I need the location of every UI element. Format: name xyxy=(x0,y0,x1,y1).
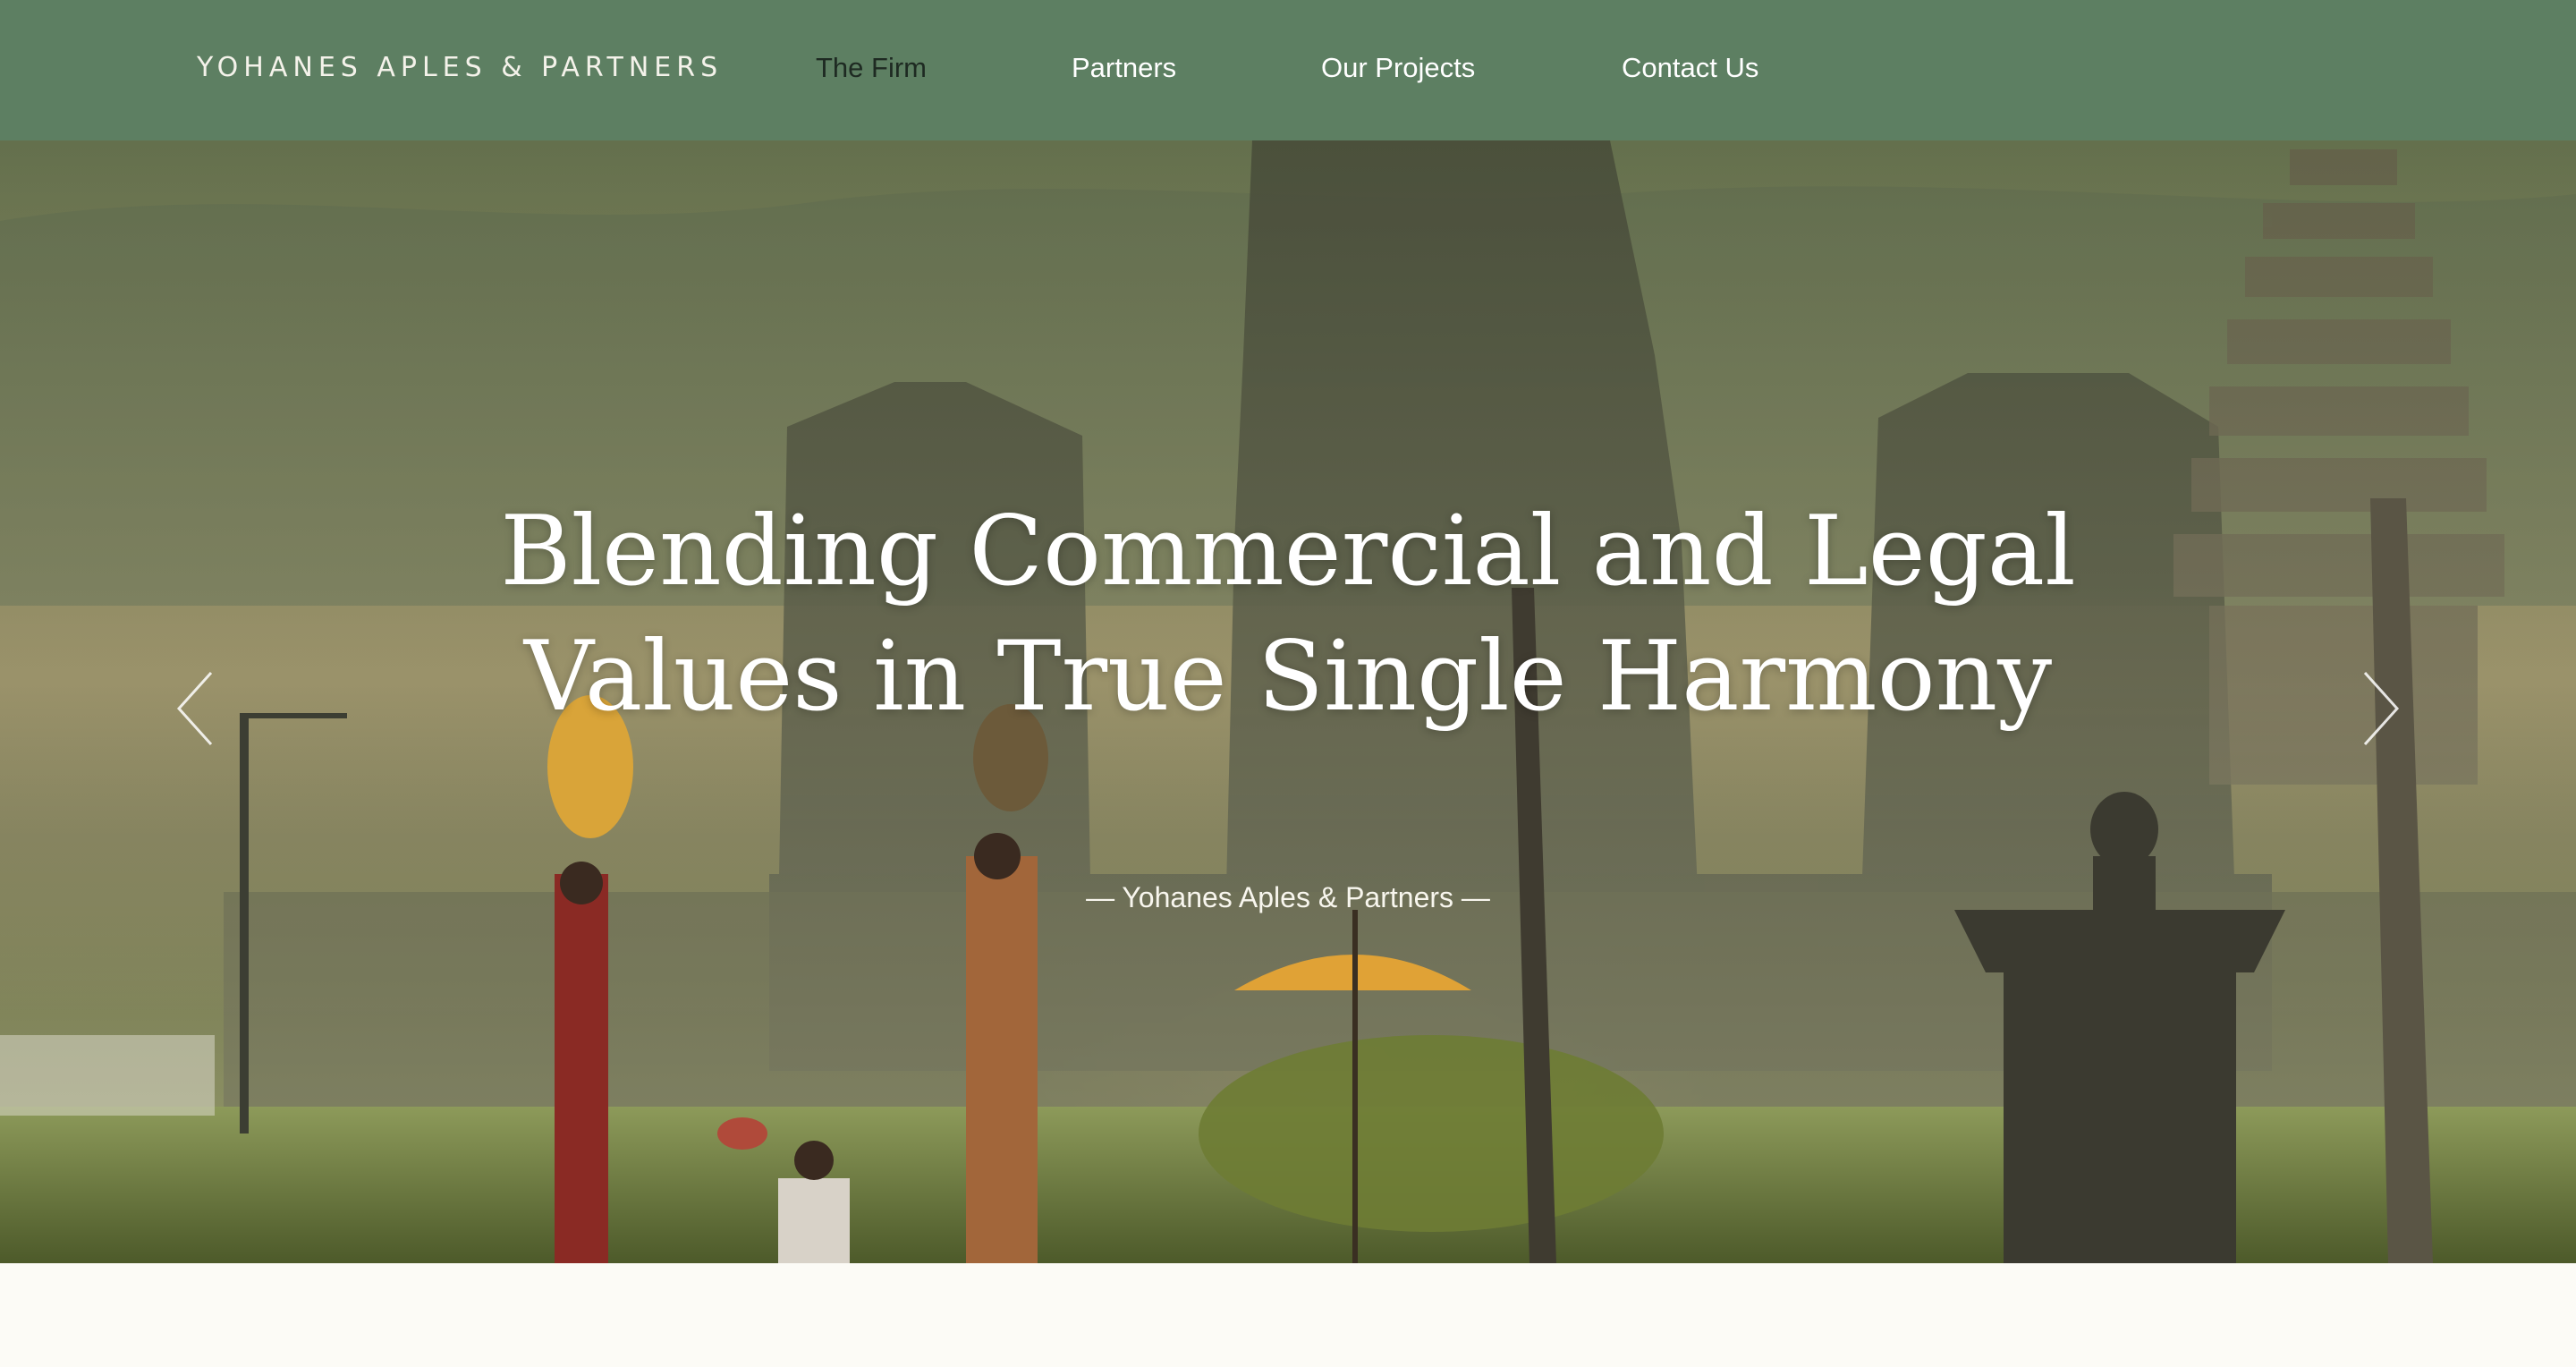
hero-headline: Blending Commercial and Legal Values in … xyxy=(394,489,2182,740)
hero-headline-line2: Values in True Single Harmony xyxy=(523,621,2053,733)
hero-headline-line1: Blending Commercial and Legal xyxy=(500,496,2076,607)
nav-item-the-firm[interactable]: The Firm xyxy=(816,52,927,84)
brand-logo-text[interactable]: YOHANES APLES & PARTNERS xyxy=(197,52,723,83)
hero-subtitle: — Yohanes Aples & Partners — xyxy=(1086,881,1490,913)
nav-item-partners[interactable]: Partners xyxy=(1072,52,1176,84)
nav-item-contact-us[interactable]: Contact Us xyxy=(1622,52,1758,84)
site-header: YOHANES APLES & PARTNERS The Firm Partne… xyxy=(0,0,2576,140)
page-content-area xyxy=(0,1263,2576,1367)
chevron-left-icon[interactable] xyxy=(170,664,224,753)
hero-slider: Blending Commercial and Legal Values in … xyxy=(0,140,2576,1263)
nav-item-our-projects[interactable]: Our Projects xyxy=(1321,52,1475,84)
chevron-right-icon[interactable] xyxy=(2352,664,2406,753)
